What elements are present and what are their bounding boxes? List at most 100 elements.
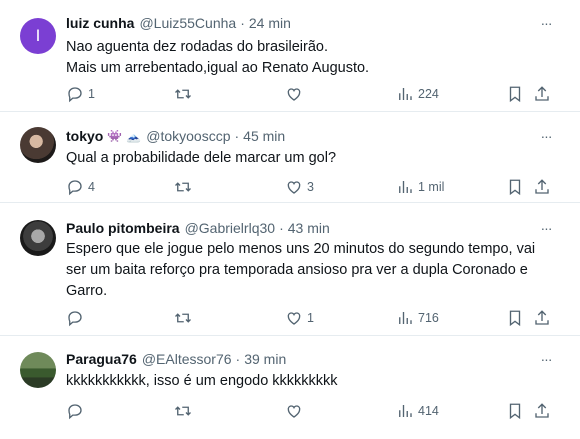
share-button[interactable] (533, 308, 551, 328)
reply-button[interactable]: 4 (66, 177, 95, 197)
author-name[interactable]: Paulo pitombeira (66, 220, 180, 236)
more-icon[interactable]: ··· (538, 15, 554, 31)
views-button[interactable]: 1 mil (396, 177, 444, 197)
action-bar: 4 3 1 mil (66, 177, 554, 197)
views-count: 1 mil (418, 180, 445, 194)
tweet-text-line: Qual a probabilidade dele marcar um gol? (66, 150, 337, 166)
retweet-button[interactable] (174, 308, 192, 328)
views-count: 414 (418, 404, 439, 418)
share-icon (535, 403, 549, 418)
alien-emoji-icon: 👾 (107, 129, 123, 143)
action-bar: 1 716 (66, 308, 554, 328)
like-count: 3 (307, 180, 314, 194)
like-icon (287, 88, 301, 101)
tweet-text-line: Mais um arrebentado,igual ao Renato Augu… (66, 60, 370, 76)
views-button[interactable]: 716 (396, 308, 439, 328)
tweet-text-line: ser um baita reforço pra temporada ansio… (66, 262, 528, 278)
avatar[interactable] (20, 352, 56, 388)
bookmark-icon (509, 403, 521, 420)
separator-dot: · (240, 15, 245, 31)
tweet-text-line: Nao aguenta dez rodadas do brasileirão. (66, 39, 328, 55)
like-button[interactable] (285, 401, 303, 421)
tweet-text-line: kkkkkkkkkkk, isso é um engodo kkkkkkkkk (66, 373, 338, 389)
retweet-icon (175, 406, 191, 416)
timestamp[interactable]: 45 min (243, 128, 285, 144)
retweet-icon (175, 313, 191, 323)
views-count: 716 (418, 311, 439, 325)
bookmark-button[interactable] (506, 308, 524, 328)
reply-icon (68, 404, 82, 420)
avatar-letter: I (35, 26, 41, 45)
like-button[interactable] (285, 84, 303, 104)
reply-icon (68, 311, 82, 327)
tweet-text: Espero que ele jogue pelo menos uns 20 m… (66, 239, 554, 302)
views-button[interactable]: 224 (396, 84, 439, 104)
views-count: 224 (418, 87, 439, 101)
reply-icon (68, 87, 82, 103)
tweet-text: Qual a probabilidade dele marcar um gol? (66, 148, 554, 169)
tweet[interactable]: tokyo 👾 🗻 @tokyoosccp · 45 min ··· Qual … (0, 112, 580, 203)
separator-dot: · (234, 128, 240, 144)
tweet-header: Paulo pitombeira @Gabrielrlq30 · 43 min (66, 218, 536, 238)
bookmark-button[interactable] (506, 84, 524, 104)
author-handle[interactable]: @Luiz55Cunha (139, 15, 236, 31)
retweet-button[interactable] (174, 401, 192, 421)
retweet-icon (175, 89, 191, 99)
share-button[interactable] (533, 401, 551, 421)
separator-dot: · (279, 220, 284, 236)
tweet-text-line: Espero que ele jogue pelo menos uns 20 m… (66, 241, 536, 257)
author-name[interactable]: Paragua76 (66, 351, 137, 367)
tweet[interactable]: I luiz cunha @Luiz55Cunha · 24 min ··· N… (0, 0, 580, 112)
views-icon (399, 312, 412, 324)
more-icon[interactable]: ··· (538, 351, 554, 367)
tweet-text-line: Garro. (66, 283, 108, 299)
timestamp[interactable]: 24 min (249, 15, 291, 31)
reply-button[interactable]: 1 (66, 84, 95, 104)
tweet-header: luiz cunha @Luiz55Cunha · 24 min (66, 13, 536, 33)
avatar[interactable] (20, 127, 56, 163)
retweet-icon (175, 182, 191, 192)
separator-dot: · (235, 351, 241, 367)
more-icon[interactable]: ··· (538, 220, 554, 236)
timestamp[interactable]: 43 min (288, 220, 330, 236)
views-icon (399, 181, 412, 193)
bookmark-button[interactable] (506, 401, 524, 421)
views-icon (399, 88, 412, 100)
tweet[interactable]: Paragua76 @EAltessor76 · 39 min ··· kkkk… (0, 336, 580, 439)
retweet-button[interactable] (174, 84, 192, 104)
share-button[interactable] (533, 177, 551, 197)
author-handle[interactable]: @tokyoosccp (146, 128, 230, 144)
bookmark-icon (509, 310, 521, 327)
tweet-header: tokyo 👾 🗻 @tokyoosccp · 45 min (66, 126, 536, 146)
author-handle[interactable]: @EAltessor76 (142, 351, 232, 367)
views-button[interactable]: 414 (396, 401, 439, 421)
avatar[interactable] (20, 220, 56, 256)
share-button[interactable] (533, 84, 551, 104)
like-button[interactable]: 3 (285, 177, 314, 197)
like-icon (287, 312, 301, 325)
bookmark-button[interactable] (506, 177, 524, 197)
retweet-button[interactable] (174, 177, 192, 197)
share-icon (535, 86, 549, 101)
reply-count: 1 (88, 87, 95, 101)
author-name[interactable]: tokyo (66, 128, 103, 144)
tweet-text: kkkkkkkkkkk, isso é um engodo kkkkkkkkk (66, 371, 554, 392)
share-icon (535, 310, 549, 325)
reply-button[interactable] (66, 401, 84, 421)
like-button[interactable]: 1 (285, 308, 314, 328)
views-icon (399, 405, 412, 417)
like-count: 1 (307, 311, 314, 325)
reply-count: 4 (88, 180, 95, 194)
avatar[interactable]: I (20, 18, 56, 54)
tweet[interactable]: Paulo pitombeira @Gabrielrlq30 · 43 min … (0, 203, 580, 336)
mountain-emoji-icon: 🗻 (126, 129, 142, 143)
like-icon (287, 405, 301, 418)
reply-icon (68, 180, 82, 196)
reply-button[interactable] (66, 308, 84, 328)
timestamp[interactable]: 39 min (244, 351, 286, 367)
share-icon (535, 179, 549, 194)
bookmark-icon (509, 86, 521, 103)
author-name[interactable]: luiz cunha (66, 15, 134, 31)
author-handle[interactable]: @Gabrielrlq30 (185, 220, 275, 236)
more-icon[interactable]: ··· (538, 128, 554, 144)
